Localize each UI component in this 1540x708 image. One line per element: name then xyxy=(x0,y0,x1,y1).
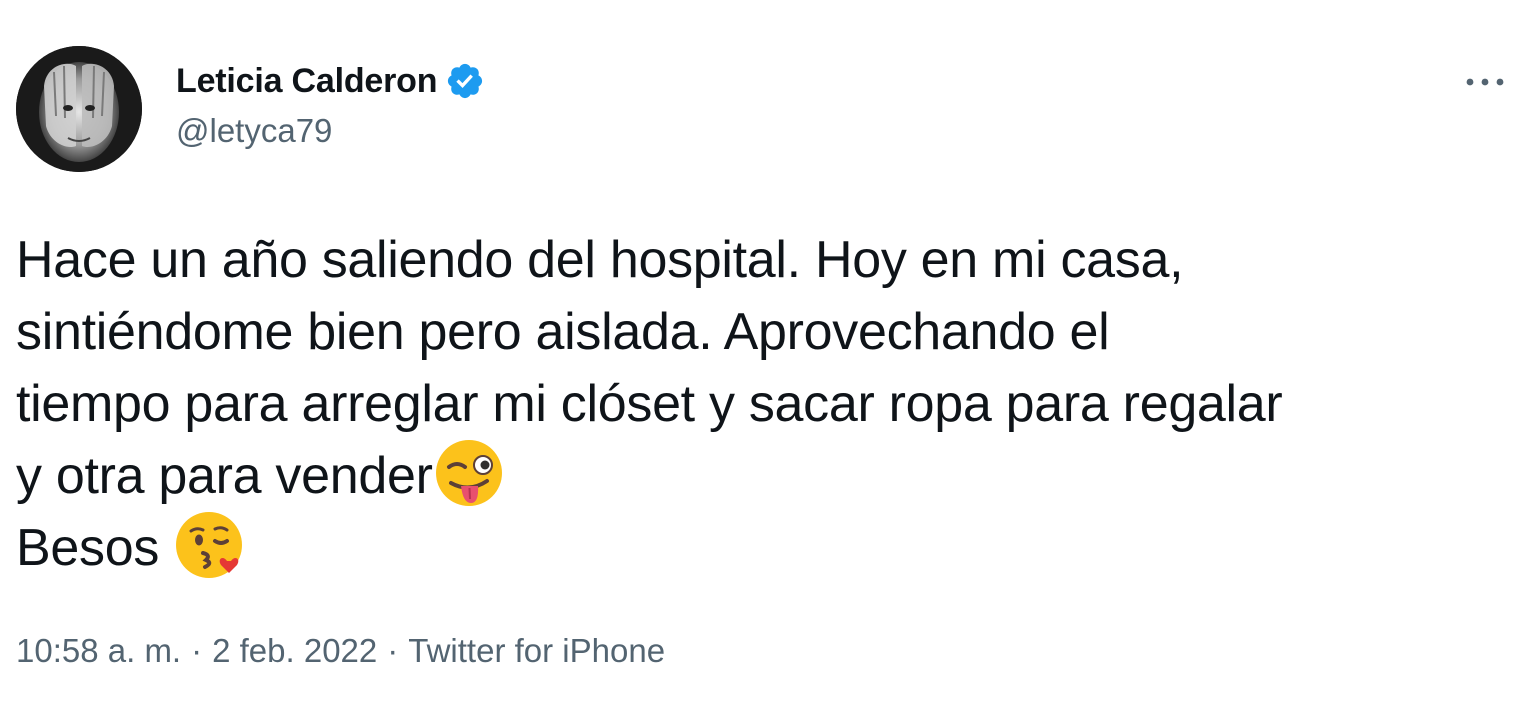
tweet-card: Leticia Calderon @letyca79 Hace un año s… xyxy=(0,0,1540,708)
avatar[interactable] xyxy=(16,46,142,172)
tweet-source[interactable]: Twitter for iPhone xyxy=(408,632,665,670)
tweet-text-segment: y otra para vender xyxy=(16,447,433,505)
meta-separator: · xyxy=(387,632,399,669)
tweet-text-line: tiempo para arreglar mi clóset y sacar r… xyxy=(16,375,1283,433)
more-options-button[interactable] xyxy=(1462,62,1508,102)
meta-separator: · xyxy=(191,632,203,669)
tweet-text-line: sintiéndome bien pero aislada. Aprovecha… xyxy=(16,303,1110,361)
tweet-date[interactable]: 2 feb. 2022 xyxy=(212,632,377,670)
tweet-text: Hace un año saliendo del hospital. Hoy e… xyxy=(16,224,1526,584)
tweet-text-segment: Besos xyxy=(16,519,174,577)
tweet-meta: 10:58 a. m. · 2 feb. 2022 · Twitter for … xyxy=(16,632,665,670)
author-row: Leticia Calderon xyxy=(176,58,485,104)
face-blowing-a-kiss-icon xyxy=(173,509,245,581)
tweet-text-line-with-emoji: Besos xyxy=(16,512,1526,584)
author-handle[interactable]: @letyca79 xyxy=(176,112,332,150)
tweet-text-line: Hace un año saliendo del hospital. Hoy e… xyxy=(16,231,1184,289)
more-options-icon xyxy=(1466,78,1504,86)
avatar-image xyxy=(16,46,142,172)
tweet-time[interactable]: 10:58 a. m. xyxy=(16,632,181,670)
author-name[interactable]: Leticia Calderon xyxy=(176,62,438,101)
verified-badge-icon xyxy=(445,61,485,101)
winking-face-with-tongue-icon xyxy=(433,437,505,509)
tweet-text-line-with-emoji: y otra para vender xyxy=(16,440,1526,512)
